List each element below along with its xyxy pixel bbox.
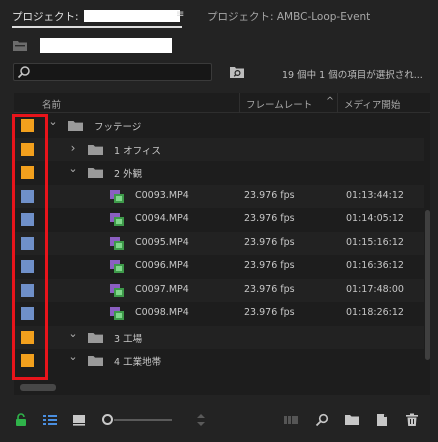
item-frame-rate: 23.976 fps <box>244 307 295 318</box>
item-media-start: 01:14:05:12 <box>346 213 404 224</box>
chevron-right-icon[interactable]: › <box>68 142 78 154</box>
item-name: C0093.MP4 <box>135 189 189 201</box>
search-input[interactable] <box>13 63 212 81</box>
zoom-slider-knob[interactable] <box>102 414 113 425</box>
tab-project-active-label: プロジェクト: <box>12 11 82 23</box>
new-bin-icon[interactable] <box>344 413 360 427</box>
panel-tab-bar: プロジェクト: ≡ プロジェクト: AMBC-Loop-Event <box>0 0 438 32</box>
bin-row[interactable]: ⌄ フッテージ <box>14 114 430 138</box>
item-frame-rate: 23.976 fps <box>244 236 295 248</box>
item-media-start: 01:17:48:00 <box>346 283 404 295</box>
lock-icon[interactable] <box>13 413 29 427</box>
item-name: C0094.MP4 <box>135 213 189 224</box>
horizontal-scrollbar-thumb[interactable] <box>20 384 56 391</box>
clip-row[interactable]: C0097.MP4 23.976 fps 01:17:48:00 <box>14 278 430 302</box>
item-name: C0096.MP4 <box>135 260 189 271</box>
video-clip-icon <box>110 189 124 203</box>
item-name: 2 外観 <box>114 169 143 180</box>
icon-view-icon[interactable] <box>71 413 87 427</box>
bin-row[interactable]: ⌄ 4 工業地帯 <box>14 349 430 373</box>
selection-status: 19 個中 1 個の項目が選択され... <box>282 70 423 81</box>
label-color-highlight-box <box>12 114 48 380</box>
column-header-name[interactable]: 名前 <box>42 97 61 111</box>
sort-ascending-icon[interactable]: ^ <box>326 96 334 107</box>
item-name: C0097.MP4 <box>135 283 189 295</box>
clip-row[interactable]: C0094.MP4 23.976 fps 01:14:05:12 <box>14 208 430 232</box>
column-header-media-start[interactable]: メディア開始 <box>344 97 400 111</box>
clip-row[interactable]: C0095.MP4 23.976 fps 01:15:16:12 <box>14 231 430 255</box>
chevron-down-icon[interactable]: ⌄ <box>68 351 78 362</box>
folder-icon <box>88 332 103 343</box>
folder-icon <box>88 144 103 155</box>
sort-icon[interactable] <box>193 413 209 427</box>
bin-row[interactable]: › 1 オフィス <box>14 137 430 161</box>
folder-icon <box>88 356 103 366</box>
list-view-icon[interactable] <box>42 413 58 427</box>
item-media-start: 01:16:36:12 <box>346 260 404 271</box>
project-folder-icon <box>13 41 27 51</box>
find-icon[interactable] <box>314 413 330 427</box>
zoom-slider-track[interactable] <box>114 419 172 421</box>
folder-icon <box>88 168 103 178</box>
clip-row[interactable]: C0098.MP4 23.976 fps 01:18:26:12 <box>14 302 430 326</box>
folder-icon <box>68 121 83 131</box>
active-tab-underline <box>12 26 182 28</box>
column-divider[interactable] <box>337 93 338 113</box>
panel-menu-icon[interactable]: ≡ <box>176 9 184 20</box>
item-media-start: 01:13:44:12 <box>346 189 404 201</box>
clip-row[interactable]: C0093.MP4 23.976 fps 01:13:44:12 <box>14 184 430 208</box>
video-clip-icon <box>110 283 124 297</box>
video-clip-icon <box>110 260 124 273</box>
item-name: 3 工場 <box>114 333 143 345</box>
item-frame-rate: 23.976 fps <box>244 283 295 295</box>
item-name: C0095.MP4 <box>135 236 189 248</box>
video-clip-icon <box>110 307 124 320</box>
item-name: C0098.MP4 <box>135 307 189 318</box>
item-frame-rate: 23.976 fps <box>244 189 295 201</box>
item-media-start: 01:15:16:12 <box>346 236 404 248</box>
item-media-start: 01:18:26:12 <box>346 307 404 318</box>
video-clip-icon <box>110 213 124 226</box>
bin-row[interactable]: ⌄ 2 外観 <box>14 161 430 185</box>
bottom-toolbar <box>0 403 438 442</box>
clip-row[interactable]: C0096.MP4 23.976 fps 01:16:36:12 <box>14 255 430 279</box>
item-name: 1 オフィス <box>114 145 161 157</box>
column-divider[interactable] <box>239 93 240 113</box>
new-item-icon[interactable] <box>374 413 390 427</box>
bin-row[interactable]: ⌄ 3 工場 <box>14 325 430 349</box>
column-header-row: 名前 フレームレート ^ メディア開始 <box>14 93 430 113</box>
chevron-down-icon[interactable]: ⌄ <box>68 163 78 174</box>
chevron-down-icon[interactable]: ⌄ <box>68 328 78 339</box>
new-search-bin-icon[interactable] <box>230 66 244 78</box>
item-frame-rate: 23.976 fps <box>244 260 295 271</box>
video-clip-icon <box>110 236 124 250</box>
automate-to-sequence-icon[interactable] <box>283 413 299 427</box>
redacted-project-path <box>40 38 172 53</box>
column-header-frame-rate[interactable]: フレームレート <box>246 97 312 111</box>
vertical-scrollbar-thumb[interactable] <box>425 210 430 360</box>
chevron-down-icon[interactable]: ⌄ <box>48 116 58 127</box>
item-name: 4 工業地帯 <box>114 357 162 368</box>
item-frame-rate: 23.976 fps <box>244 213 295 224</box>
redacted-project-name <box>83 10 180 22</box>
item-name: フッテージ <box>94 122 142 133</box>
trash-icon[interactable] <box>404 413 420 427</box>
tab-project-active[interactable]: プロジェクト: <box>12 9 180 24</box>
search-icon <box>17 66 30 79</box>
tab-project-ambc-loop-event[interactable]: プロジェクト: AMBC-Loop-Event <box>207 9 370 24</box>
